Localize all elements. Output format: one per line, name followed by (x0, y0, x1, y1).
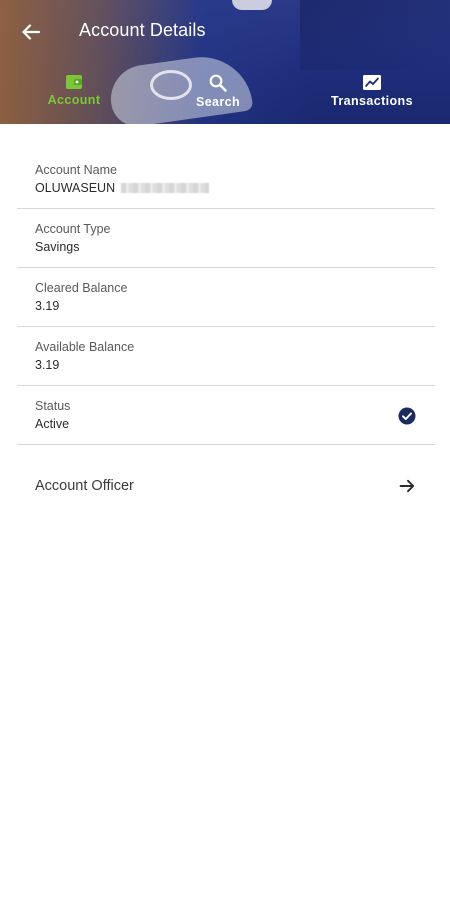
available-balance-row: Available Balance 3.19 (17, 327, 435, 386)
account-name-label: Account Name (35, 163, 117, 177)
account-type-row: Account Type Savings (17, 209, 435, 268)
wallet-icon (66, 75, 82, 89)
status-row: Status Active (17, 386, 435, 445)
search-icon (209, 74, 227, 92)
account-officer-label: Account Officer (35, 478, 134, 494)
account-name-value: OLUWASEUN (35, 181, 210, 195)
status-label: Status (35, 399, 71, 413)
available-balance-value: 3.19 (35, 358, 60, 372)
tab-label: Search (195, 95, 241, 109)
cleared-balance-row: Cleared Balance 3.19 (17, 268, 435, 327)
cleared-balance-value: 3.19 (35, 299, 60, 313)
arrow-right-icon (399, 479, 415, 493)
tab-label: Account (47, 93, 101, 107)
tab-transactions[interactable]: Transactions (327, 74, 417, 108)
account-type-label: Account Type (35, 222, 111, 236)
account-name-row: Account Name OLUWASEUN (17, 150, 435, 209)
account-type-value: Savings (35, 240, 80, 254)
arrow-left-icon (22, 24, 40, 40)
account-officer-row[interactable]: Account Officer (17, 445, 435, 525)
header-image-detail (232, 0, 272, 10)
tab-label: Transactions (331, 94, 413, 108)
chart-icon (363, 75, 381, 90)
available-balance-label: Available Balance (35, 340, 135, 354)
tab-search[interactable]: Search (188, 74, 248, 109)
page-title: Account Details (79, 20, 206, 40)
app-header: Account Details Account Search Transacti… (0, 0, 450, 124)
check-circle-icon (398, 407, 416, 425)
header-image-detail (150, 70, 192, 100)
back-button[interactable] (16, 18, 46, 46)
header-image-detail (300, 0, 450, 70)
account-details-list: Account Name OLUWASEUN Account Type Savi… (17, 150, 435, 525)
tab-account[interactable]: Account (44, 74, 104, 107)
status-value: Active (35, 417, 70, 431)
account-name-text: OLUWASEUN (35, 181, 116, 195)
redacted-text (121, 183, 210, 193)
cleared-balance-label: Cleared Balance (35, 281, 128, 295)
